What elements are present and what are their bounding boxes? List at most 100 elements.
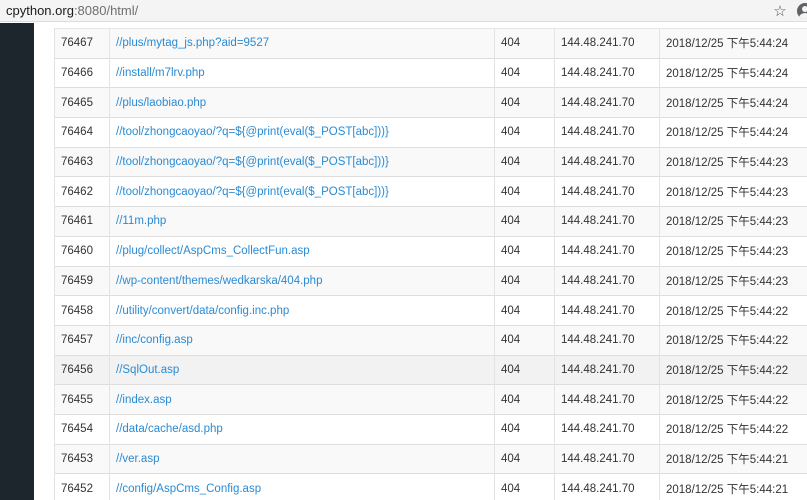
log-path-cell: //config/AspCms_Config.asp xyxy=(109,473,495,500)
log-status-cell: 404 xyxy=(494,265,555,296)
log-status-cell: 404 xyxy=(494,413,555,445)
log-status-cell: 404 xyxy=(494,443,555,474)
log-id-cell: 76458 xyxy=(54,295,110,326)
log-ip-cell: 144.48.241.70 xyxy=(554,295,660,326)
log-path-link[interactable]: //tool/zhongcaoyao/?q=${@print(eval($_PO… xyxy=(116,126,389,138)
log-path-link[interactable]: //utility/convert/data/config.inc.php xyxy=(116,305,289,317)
log-status-cell: 404 xyxy=(494,354,555,385)
log-ip-cell: 144.48.241.70 xyxy=(554,87,660,118)
log-time-cell: 2018/12/25 下午5:44:22 xyxy=(659,295,807,326)
log-path-link[interactable]: //install/m7lrv.php xyxy=(116,67,205,79)
log-path-cell: //plus/laobiao.php xyxy=(109,87,495,118)
star-icon[interactable]: ☆ xyxy=(769,2,791,20)
log-ip-cell: 144.48.241.70 xyxy=(554,413,660,445)
log-status-cell: 404 xyxy=(494,235,555,266)
table-row: 76466 //install/m7lrv.php 404 144.48.241.70… xyxy=(54,57,807,88)
log-ip-cell: 144.48.241.70 xyxy=(554,265,660,296)
log-id-cell: 76461 xyxy=(54,206,110,237)
log-id-cell: 76463 xyxy=(54,146,110,177)
table-row: 76459 //wp-content/themes/wedkarska/404.p… xyxy=(54,265,807,296)
log-path-cell: //data/cache/asd.php xyxy=(109,413,495,445)
log-status-cell: 404 xyxy=(494,473,555,500)
log-path-cell: //ver.asp xyxy=(109,443,495,474)
table-row: 76464 //tool/zhongcaoyao/?q=${@print(eval… xyxy=(54,117,807,148)
log-path-link[interactable]: //SqlOut.asp xyxy=(116,364,179,376)
log-id-cell: 76455 xyxy=(54,384,110,415)
log-path-link[interactable]: //tool/zhongcaoyao/?q=${@print(eval($_PO… xyxy=(116,186,389,198)
log-status-cell: 404 xyxy=(494,117,555,148)
log-path-link[interactable]: //tool/zhongcaoyao/?q=${@print(eval($_PO… xyxy=(116,156,389,168)
log-path-cell: //SqlOut.asp xyxy=(109,354,495,385)
log-status-cell: 404 xyxy=(494,384,555,415)
log-id-cell: 76459 xyxy=(54,265,110,296)
log-path-link[interactable]: //config/AspCms_Config.asp xyxy=(116,483,261,495)
log-time-cell: 2018/12/25 下午5:44:24 xyxy=(659,87,807,118)
log-time-cell: 2018/12/25 下午5:44:23 xyxy=(659,176,807,207)
log-id-cell: 76453 xyxy=(54,443,110,474)
log-path-cell: //tool/zhongcaoyao/?q=${@print(eval($_PO… xyxy=(109,117,495,148)
log-time-cell: 2018/12/25 下午5:44:24 xyxy=(659,28,807,59)
log-path-cell: //plus/mytag_js.php?aid=9527 xyxy=(109,28,495,59)
log-status-cell: 404 xyxy=(494,87,555,118)
log-path-link[interactable]: //data/cache/asd.php xyxy=(116,423,223,435)
log-time-cell: 2018/12/25 下午5:44:24 xyxy=(659,117,807,148)
log-ip-cell: 144.48.241.70 xyxy=(554,235,660,266)
log-path-link[interactable]: //wp-content/themes/wedkarska/404.php xyxy=(116,275,322,287)
log-ip-cell: 144.48.241.70 xyxy=(554,28,660,59)
log-status-cell: 404 xyxy=(494,57,555,88)
table-row: 76456 //SqlOut.asp 404 144.48.241.70 2018/12… xyxy=(54,354,807,385)
log-id-cell: 76466 xyxy=(54,57,110,88)
log-time-cell: 2018/12/25 下午5:44:22 xyxy=(659,384,807,415)
log-time-cell: 2018/12/25 下午5:44:23 xyxy=(659,265,807,296)
log-ip-cell: 144.48.241.70 xyxy=(554,57,660,88)
url-host: cpython.org xyxy=(6,3,74,18)
access-log-body: 76467//plus/mytag_js.php?aid=9527 404 144.… xyxy=(54,28,807,500)
log-status-cell: 404 xyxy=(494,324,555,356)
log-time-cell: 2018/12/25 下午5:44:21 xyxy=(659,473,807,500)
log-ip-cell: 144.48.241.70 xyxy=(554,443,660,474)
log-path-cell: //inc/config.asp xyxy=(109,324,495,356)
log-path-cell: //11m.php xyxy=(109,206,495,237)
log-id-cell: 76465 xyxy=(54,87,110,118)
log-time-cell: 2018/12/25 下午5:44:23 xyxy=(659,235,807,266)
log-path-link[interactable]: //ver.asp xyxy=(116,453,159,465)
log-path-cell: //tool/zhongcaoyao/?q=${@print(eval($_PO… xyxy=(109,176,495,207)
log-id-cell: 76467 xyxy=(54,28,110,59)
log-id-cell: 76460 xyxy=(54,235,110,266)
log-time-cell: 2018/12/25 下午5:44:22 xyxy=(659,324,807,356)
account-circle-icon[interactable] xyxy=(797,2,807,19)
url-field[interactable]: cpython.org:8080/html/ xyxy=(0,3,769,18)
log-status-cell: 404 xyxy=(494,176,555,207)
table-row: 76453 //ver.asp 404 144.48.241.70 2018/12/25… xyxy=(54,443,807,474)
log-status-cell: 404 xyxy=(494,295,555,326)
log-path-link[interactable]: //11m.php xyxy=(116,215,166,227)
log-path-link[interactable]: //plus/mytag_js.php?aid=9527 xyxy=(116,37,269,49)
log-status-cell: 404 xyxy=(494,28,555,59)
log-time-cell: 2018/12/25 下午5:44:24 xyxy=(659,57,807,88)
log-ip-cell: 144.48.241.70 xyxy=(554,354,660,385)
log-time-cell: 2018/12/25 下午5:44:22 xyxy=(659,413,807,445)
log-path-cell: //tool/zhongcaoyao/?q=${@print(eval($_PO… xyxy=(109,146,495,177)
log-time-cell: 2018/12/25 下午5:44:23 xyxy=(659,146,807,177)
log-path-link[interactable]: //plus/laobiao.php xyxy=(116,97,206,109)
log-id-cell: 76462 xyxy=(54,176,110,207)
log-time-cell: 2018/12/25 下午5:44:21 xyxy=(659,443,807,474)
log-id-cell: 76464 xyxy=(54,117,110,148)
log-path-link[interactable]: //plug/collect/AspCms_CollectFun.asp xyxy=(116,245,310,257)
log-ip-cell: 144.48.241.70 xyxy=(554,206,660,237)
log-time-cell: 2018/12/25 下午5:44:22 xyxy=(659,354,807,385)
log-ip-cell: 144.48.241.70 xyxy=(554,384,660,415)
table-row: 76457 //inc/config.asp 404 144.48.241.70 201… xyxy=(54,324,807,356)
log-id-cell: 76452 xyxy=(54,473,110,500)
log-id-cell: 76457 xyxy=(54,324,110,356)
table-row: 76460 //plug/collect/AspCms_CollectFun.as… xyxy=(54,235,807,266)
log-status-cell: 404 xyxy=(494,206,555,237)
log-ip-cell: 144.48.241.70 xyxy=(554,473,660,500)
log-path-cell: //wp-content/themes/wedkarska/404.php xyxy=(109,265,495,296)
table-row: 76455 //index.asp 404 144.48.241.70 2018/12/… xyxy=(54,384,807,415)
browser-address-bar: cpython.org:8080/html/ ☆ xyxy=(0,0,807,22)
url-path: :8080/html/ xyxy=(73,3,139,18)
log-path-link[interactable]: //index.asp xyxy=(116,394,172,406)
log-path-cell: //install/m7lrv.php xyxy=(109,57,495,88)
log-path-link[interactable]: //inc/config.asp xyxy=(116,334,193,346)
